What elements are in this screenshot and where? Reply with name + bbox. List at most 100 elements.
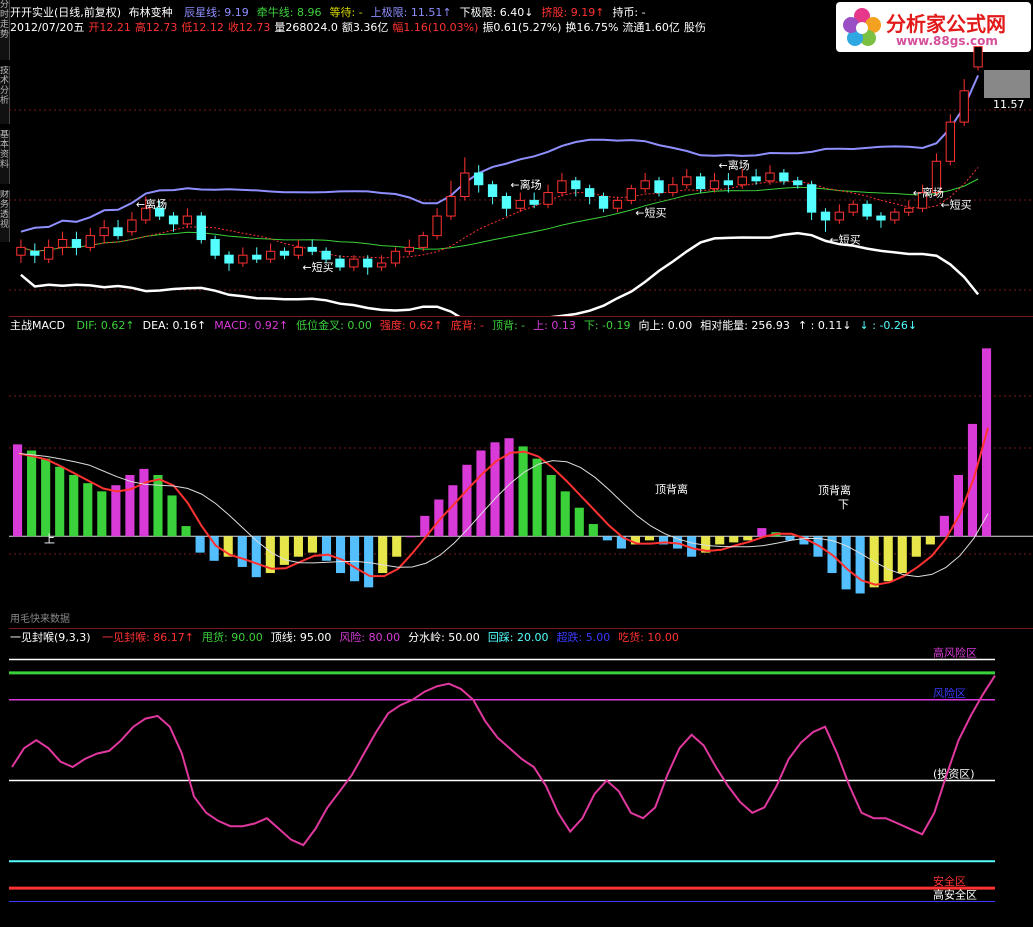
macd-bar <box>335 536 346 574</box>
zone-label: (投资区) <box>933 767 975 781</box>
macd-bar <box>13 444 23 537</box>
candle-body <box>30 250 40 256</box>
candle-body <box>432 215 442 237</box>
macd-bar <box>378 536 388 574</box>
signal-label: ←短买 <box>829 233 860 247</box>
macd-annotation: 顶背离 <box>818 483 851 497</box>
candle-body <box>293 246 304 256</box>
macd-bar <box>939 515 949 537</box>
candle-body <box>848 203 858 213</box>
macd-bar <box>251 536 261 578</box>
candle-body <box>224 254 234 264</box>
candle-body <box>390 250 401 264</box>
candle-body <box>640 180 650 190</box>
macd-bar <box>392 536 402 557</box>
oscillator-chart[interactable]: 高风险区风险区 (投资区) 安全区高安全区 <box>0 630 1033 927</box>
candle-body <box>404 246 414 252</box>
candle-body <box>709 180 720 190</box>
macd-bar <box>111 485 121 537</box>
macd-annotation: 顶背离 <box>655 482 688 496</box>
candle-body <box>612 199 623 209</box>
macd-bar <box>476 450 486 537</box>
candle-body <box>862 203 872 217</box>
candle-body <box>127 219 137 233</box>
macd-bar <box>125 475 135 537</box>
candle-body <box>321 250 331 260</box>
candle-body <box>557 180 567 194</box>
macd-annotation: 下 <box>838 498 849 511</box>
macd-bar <box>953 475 963 537</box>
signal-label: ←离场 <box>510 178 541 192</box>
stock-terminal: 分时走势 技术分析 基本资料 财务透视 开开实业(日线,前复权) 布林变种 辰星… <box>0 0 1033 927</box>
macd-bar <box>237 536 247 567</box>
candle-body <box>973 46 983 68</box>
candle-body <box>654 180 664 194</box>
signal-label: ←短买 <box>302 260 333 274</box>
macd-bar <box>715 536 725 545</box>
candle-body <box>598 195 609 209</box>
candle-body <box>487 184 498 197</box>
macd-bar <box>490 442 500 537</box>
zone-label: 风险区 <box>933 686 966 700</box>
macd-bar <box>195 536 205 553</box>
macd-bar <box>588 524 598 537</box>
candle-body <box>238 254 248 264</box>
candle-body <box>571 180 581 190</box>
signal-label: ←离场 <box>913 185 944 199</box>
candle-body <box>99 227 109 237</box>
candle-body <box>44 246 54 260</box>
oscillator-line <box>11 675 996 847</box>
candle-body <box>252 254 262 260</box>
candle-body <box>876 215 886 221</box>
candle-body <box>904 207 914 213</box>
macd-bar <box>462 464 472 537</box>
price-scale-box <box>984 70 1030 98</box>
macd-bar <box>293 536 303 557</box>
candle-body <box>363 258 373 268</box>
candle-body <box>959 90 969 123</box>
zone-label: 高风险区 <box>933 645 977 659</box>
macd-bar <box>41 458 51 537</box>
macd-bar <box>729 536 739 543</box>
signal-label: ←短买 <box>940 197 971 211</box>
panel-separator <box>9 628 1033 629</box>
candle-body <box>418 235 428 248</box>
candle-body <box>695 176 706 190</box>
candle-body <box>335 258 345 268</box>
macd-bar <box>743 536 753 541</box>
macd-annotation: 上 <box>44 532 55 545</box>
candle-body <box>585 188 595 197</box>
candle-body <box>376 262 387 268</box>
candle-body <box>737 176 747 186</box>
macd-bar <box>167 495 177 537</box>
panel-separator <box>9 316 1033 317</box>
macd-bar <box>911 536 921 557</box>
macd-bar <box>574 507 584 537</box>
candle-body <box>265 250 276 260</box>
macd-chart[interactable]: 顶背离 顶背离上 下 <box>0 318 1033 628</box>
candle-body <box>723 180 734 186</box>
candle-body <box>806 184 817 213</box>
macd-bar <box>406 536 416 538</box>
price-chart[interactable]: ←离场←短买←离场←短买←离场←短买←离场←短买 <box>0 0 1033 316</box>
candle-body <box>16 246 26 256</box>
candle-body <box>779 172 789 182</box>
macd-bar <box>855 536 865 594</box>
candle-body <box>307 246 317 252</box>
macd-bar <box>518 446 528 537</box>
candle-body <box>182 215 193 225</box>
zone-label: 安全区 <box>933 874 966 888</box>
candle-body <box>765 172 775 182</box>
macd-bar <box>925 536 935 545</box>
candle-body <box>529 199 539 205</box>
candle-body <box>945 121 955 162</box>
candle-body <box>834 211 845 221</box>
macd-bar <box>448 485 458 537</box>
signal-label: ←短买 <box>635 205 666 219</box>
candle-body <box>113 227 123 237</box>
macd-bar <box>897 536 907 574</box>
candle-body <box>71 239 82 248</box>
candle-body <box>890 211 900 221</box>
signal-label: ←离场 <box>136 197 167 211</box>
candle-body <box>57 239 68 248</box>
